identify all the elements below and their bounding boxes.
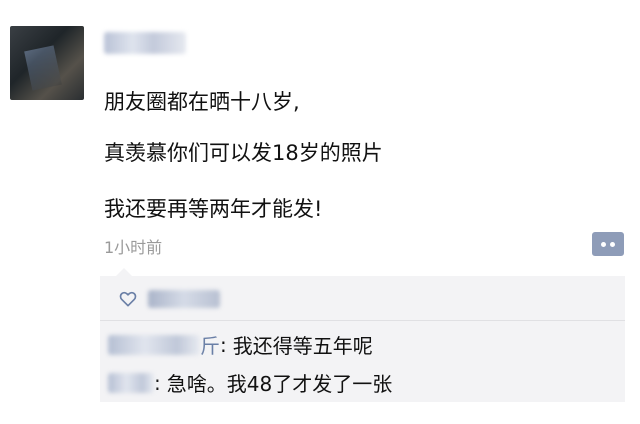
- more-options-icon: [601, 241, 615, 247]
- comments-panel: 斤 : 我还得等五年呢 : 急啥。我48了才发了一张: [100, 268, 625, 402]
- comment-item[interactable]: 斤 : 我还得等五年呢: [108, 330, 373, 359]
- comment-button[interactable]: [592, 232, 624, 256]
- comment-item[interactable]: : 急啥。我48了才发了一张: [108, 368, 392, 397]
- post-text-line-3: 我还要再等两年才能发!: [104, 197, 323, 221]
- commenter-name-blurred[interactable]: [108, 372, 154, 393]
- heart-outline-icon: [119, 291, 137, 307]
- post-text-line-1: 朋友圈都在晒十八岁,: [104, 90, 300, 114]
- comment-text: 我还得等五年呢: [232, 334, 373, 358]
- post-text-line-2: 真羡慕你们可以发18岁的照片: [104, 141, 383, 165]
- commenter-name[interactable]: 斤: [200, 330, 220, 359]
- like-row: [118, 286, 220, 312]
- comment-text: 急啥。我48了才发了一张: [166, 372, 393, 396]
- commenter-name-blurred[interactable]: [108, 334, 200, 355]
- username-blurred[interactable]: [104, 32, 186, 54]
- post-timestamp: 1小时前: [104, 238, 163, 257]
- comment-separator: :: [154, 370, 161, 395]
- divider: [100, 320, 625, 321]
- comment-separator: :: [220, 332, 227, 357]
- avatar[interactable]: [10, 26, 84, 100]
- liker-name-blurred[interactable]: [148, 290, 220, 308]
